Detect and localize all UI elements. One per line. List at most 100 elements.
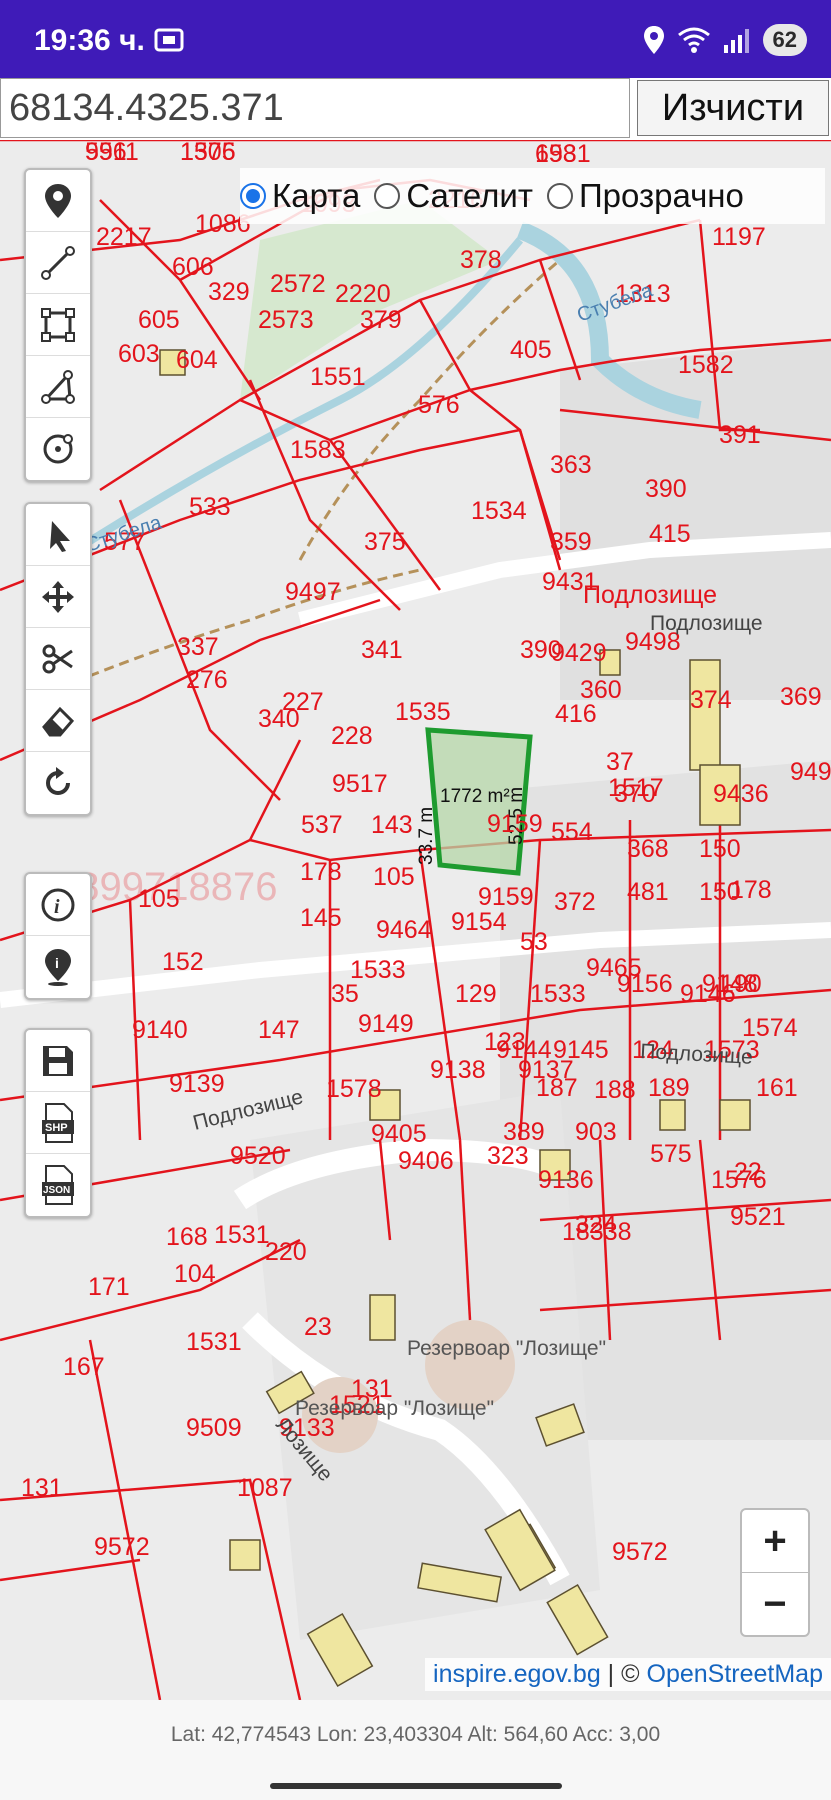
zoom-in-button[interactable]: + xyxy=(742,1510,808,1573)
shp-label: SHP xyxy=(45,1122,68,1134)
eraser-button[interactable] xyxy=(26,690,90,752)
parcel-number-label: 537 xyxy=(301,811,343,839)
parcel-number-label: 9139 xyxy=(169,1070,225,1098)
parcel-number-label: 9509 xyxy=(186,1414,242,1442)
info-marker-button[interactable]: i xyxy=(26,936,90,998)
draw-line-button[interactable] xyxy=(26,232,90,294)
cast-icon xyxy=(154,28,184,52)
cadastral-map[interactable]: 1772 m² 33.7 m 52.5 m 596 1305 69811972217… xyxy=(0,140,831,1700)
select-button[interactable] xyxy=(26,504,90,566)
selected-parcel-side-a: 33.7 m xyxy=(416,807,437,865)
select-cursor-icon xyxy=(50,520,70,552)
inspire-link[interactable]: inspire.egov.bg xyxy=(433,1660,601,1688)
parcel-number-label: 405 xyxy=(510,336,552,364)
zoom-out-button[interactable]: − xyxy=(742,1573,808,1635)
draw-marker-button[interactable] xyxy=(26,170,90,232)
parcel-number-label: 9154 xyxy=(451,908,507,936)
parcel-number-label: 104 xyxy=(174,1260,216,1288)
parcel-number-label: 340 xyxy=(258,705,300,733)
move-button[interactable] xyxy=(26,566,90,628)
parcel-number-label: 131 xyxy=(21,1474,63,1502)
parcel-number-label: 2572 xyxy=(270,270,326,298)
draw-polygon-button[interactable] xyxy=(26,356,90,418)
parcel-number-label: 9146 xyxy=(680,980,736,1008)
shp-file-icon: SHP xyxy=(42,1102,74,1143)
save-icon xyxy=(43,1045,73,1076)
osm-link[interactable]: OpenStreetMap xyxy=(647,1660,824,1688)
parcel-number-label: 9429 xyxy=(551,639,607,667)
parcel-number-label: 903 xyxy=(575,1118,617,1146)
info-toolbar: i i xyxy=(24,872,92,1000)
parcel-number-label: 9436 xyxy=(713,780,769,808)
radio-empty-icon[interactable] xyxy=(546,183,573,209)
rotate-icon xyxy=(46,767,70,795)
parcel-number-label: 9138 xyxy=(430,1056,486,1084)
parcel-number-label: 105 xyxy=(373,863,415,891)
search-row: Изчисти xyxy=(0,78,831,141)
parcel-number-label: 1535 xyxy=(395,698,451,726)
parcel-number-label: 554 xyxy=(551,818,593,846)
marker-icon xyxy=(45,183,71,218)
parcel-number-label: 481 xyxy=(627,878,669,906)
eraser-icon xyxy=(42,706,75,736)
layer-radio-satellite[interactable]: Сателит xyxy=(374,177,533,215)
parcel-number-label: 9406 xyxy=(398,1147,454,1175)
parcel-number-label: 1578 xyxy=(326,1075,382,1103)
parcel-number-label: 161 xyxy=(756,1074,798,1102)
parcel-number-label: 1087 xyxy=(237,1474,293,1502)
info-button[interactable]: i xyxy=(26,874,90,936)
parcel-number-label: 329 xyxy=(208,278,250,306)
parcel-number-label: 9156 xyxy=(617,970,673,998)
export-shp-button[interactable]: SHP xyxy=(26,1092,90,1154)
zoom-control: + − xyxy=(740,1508,810,1637)
parcel-number-label: 359 xyxy=(550,528,592,556)
parcel-number-label: 363 xyxy=(550,451,592,479)
move-icon xyxy=(42,580,74,613)
parcel-number-label: Подлозище xyxy=(583,581,717,609)
map-view[interactable]: 1772 m² 33.7 m 52.5 m 596 1305 698 1197 2217… xyxy=(0,140,831,1700)
parcel-number-label: 167 xyxy=(63,1353,105,1381)
radio-empty-icon[interactable] xyxy=(374,183,401,209)
parcel-number-label: 9159 xyxy=(478,883,534,911)
draw-circle-button[interactable] xyxy=(26,418,90,480)
draw-rectangle-button[interactable] xyxy=(26,294,90,356)
svg-text:i: i xyxy=(55,955,59,971)
parcel-number-label: 276 xyxy=(186,666,228,694)
parcel-number-label: 605 xyxy=(138,306,180,334)
parcel-number-label: 152 xyxy=(162,948,204,976)
json-label: JSON xyxy=(43,1185,70,1196)
parcel-number-label: 143 xyxy=(371,811,413,839)
layer-radio-transparent[interactable]: Прозрачно xyxy=(546,177,744,215)
parcel-number-label: 391 xyxy=(719,421,761,449)
radio-selected-icon[interactable] xyxy=(240,183,266,209)
map-attribution: inspire.egov.bg | © OpenStreetMap xyxy=(425,1658,831,1691)
edit-toolbar xyxy=(24,502,92,816)
export-json-button[interactable]: JSON xyxy=(26,1154,90,1216)
rotate-button[interactable] xyxy=(26,752,90,814)
parcel-number-label: 372 xyxy=(554,888,596,916)
parcel-number-label: 369 xyxy=(780,683,822,711)
parcel-number-label: 416 xyxy=(555,700,597,728)
parcel-number-label: 9464 xyxy=(376,916,432,944)
parcel-number-label: 188 xyxy=(594,1076,636,1104)
parcel-id-input[interactable] xyxy=(0,78,630,138)
cut-button[interactable] xyxy=(26,628,90,690)
parcel-number-label: 1531 xyxy=(186,1328,242,1356)
parcel-number-label: 415 xyxy=(649,520,691,548)
status-icons: 62 xyxy=(643,22,807,58)
parcel-number-label: 220 xyxy=(265,1238,307,1266)
clear-button[interactable]: Изчисти xyxy=(637,80,829,136)
parcel-number-label: 2573 xyxy=(258,306,314,334)
home-gesture-handle[interactable] xyxy=(270,1783,562,1789)
parcel-number-label: 603 xyxy=(118,340,160,368)
circle-icon xyxy=(43,434,73,464)
parcel-number-label: 2217 xyxy=(96,223,152,251)
layer-radio-map[interactable]: Карта xyxy=(240,177,360,215)
parcel-number-label: 2220 xyxy=(335,280,391,308)
status-bar: 19:36 ч. 62 xyxy=(0,0,831,78)
save-button[interactable] xyxy=(26,1030,90,1092)
parcel-number-label: 9137 xyxy=(518,1056,574,1084)
parcel-number-label: 378 xyxy=(460,246,502,274)
parcel-number-label: 150 xyxy=(699,835,741,863)
parcel-number-label: 9140 xyxy=(132,1016,188,1044)
